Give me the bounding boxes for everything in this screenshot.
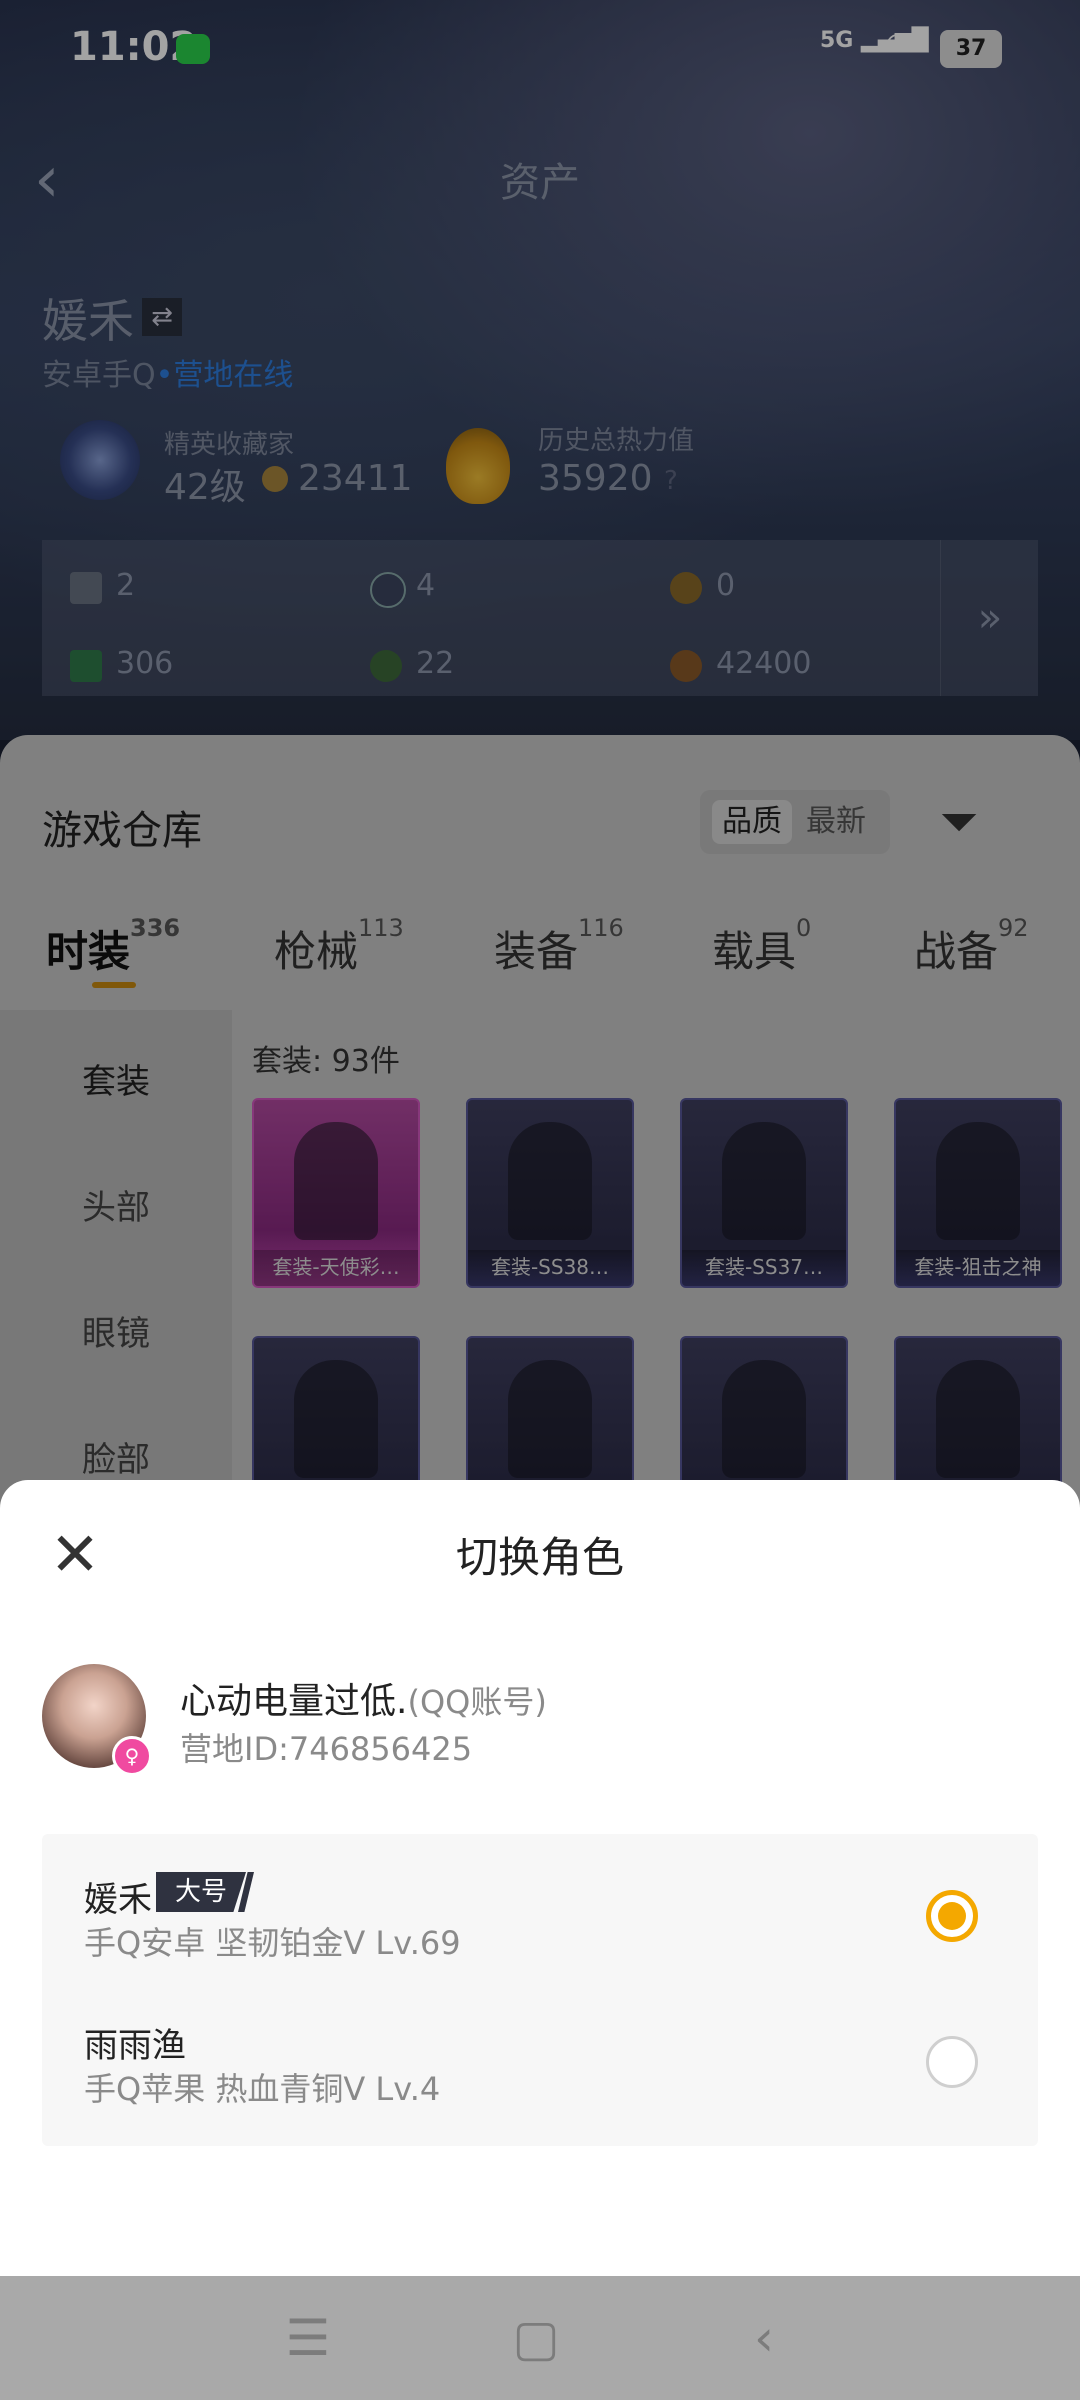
main-account-badge: 大号	[156, 1872, 246, 1912]
account-type: (QQ账号)	[407, 1683, 547, 1721]
role-name: 媛禾	[84, 1880, 152, 1920]
sheet-title: 切换角色	[455, 1533, 624, 1582]
role-radio-selected[interactable]	[926, 1890, 978, 1942]
back-icon[interactable]: ‹	[724, 2308, 804, 2368]
role-list: 媛禾 大号 手Q安卓 坚韧铂金V Lv.69 雨雨渔 手Q苹果 热血青铜V Lv…	[42, 1834, 1038, 2146]
account-nickname: 心动电量过低.	[180, 1681, 408, 1722]
account-name: 心动电量过低.(QQ账号)	[180, 1672, 547, 1724]
role-info: 手Q安卓 坚韧铂金V Lv.69	[84, 1924, 461, 1962]
role-item[interactable]: 媛禾 大号 手Q安卓 坚韧铂金V Lv.69	[42, 1834, 1038, 1980]
role-name: 雨雨渔	[84, 2026, 186, 2066]
female-icon: ♀	[112, 1736, 152, 1776]
account-id: 营地ID:746856425	[180, 1730, 473, 1768]
role-item[interactable]: 雨雨渔 手Q苹果 热血青铜V Lv.4	[42, 1980, 1038, 2126]
role-radio-unselected[interactable]	[926, 2036, 978, 2088]
close-icon[interactable]: ✕	[44, 1524, 106, 1586]
menu-icon[interactable]: ☰	[268, 2308, 348, 2368]
home-icon[interactable]: ▢	[496, 2308, 576, 2368]
role-info: 手Q苹果 热血青铜V Lv.4	[84, 2070, 441, 2108]
